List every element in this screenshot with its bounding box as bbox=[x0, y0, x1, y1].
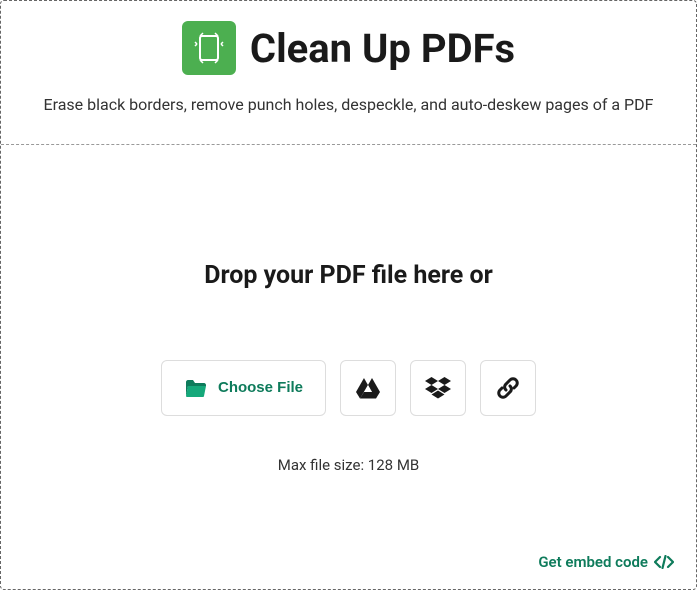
drop-zone[interactable]: Drop your PDF file here or Choose File bbox=[1, 145, 696, 589]
folder-open-icon bbox=[184, 378, 208, 398]
document-cleanup-icon bbox=[191, 30, 227, 66]
get-embed-code-link[interactable]: Get embed code bbox=[538, 553, 674, 571]
url-link-button[interactable] bbox=[480, 360, 536, 416]
drop-prompt: Drop your PDF file here or bbox=[204, 261, 493, 290]
title-row: Clean Up PDFs bbox=[31, 21, 666, 75]
choose-file-button[interactable]: Choose File bbox=[161, 360, 326, 416]
page-subtitle: Erase black borders, remove punch holes,… bbox=[31, 95, 666, 114]
embed-code-label: Get embed code bbox=[538, 553, 648, 571]
code-icon bbox=[654, 555, 674, 569]
app-icon bbox=[182, 21, 236, 75]
google-drive-button[interactable] bbox=[340, 360, 396, 416]
max-file-size: Max file size: 128 MB bbox=[278, 456, 420, 474]
page-title: Clean Up PDFs bbox=[250, 25, 515, 72]
link-icon bbox=[496, 376, 520, 400]
upload-button-row: Choose File bbox=[161, 360, 536, 416]
header: Clean Up PDFs Erase black borders, remov… bbox=[1, 1, 696, 145]
dropbox-icon bbox=[425, 377, 451, 399]
choose-file-label: Choose File bbox=[218, 379, 303, 396]
dropbox-button[interactable] bbox=[410, 360, 466, 416]
google-drive-icon bbox=[356, 377, 380, 399]
app-container: Clean Up PDFs Erase black borders, remov… bbox=[0, 0, 697, 590]
